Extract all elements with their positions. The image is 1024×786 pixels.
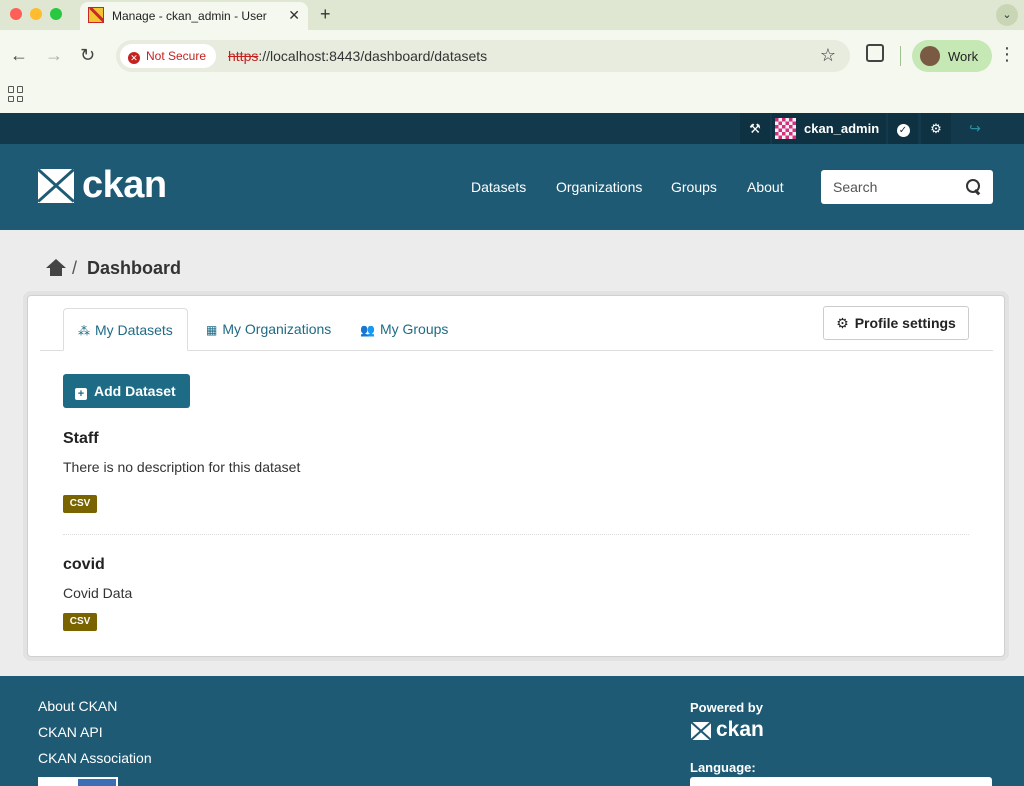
- more-menu-icon[interactable]: ⋮: [998, 44, 1016, 65]
- url-text[interactable]: https://localhost:8443/dashboard/dataset…: [228, 48, 487, 64]
- dataset-description: Covid Data: [63, 585, 133, 601]
- profile-label: Work: [948, 49, 979, 64]
- add-dataset-label: Add Dataset: [94, 383, 176, 399]
- nav-organizations[interactable]: Organizations: [556, 179, 642, 195]
- user-avatar: [775, 118, 796, 139]
- tab-close-icon[interactable]: ✕: [288, 7, 300, 24]
- breadcrumb-separator: /: [72, 258, 78, 278]
- dashboard-panel: ⁂ My Datasets ▦ My Organizations 👥 My Group…: [27, 295, 1005, 657]
- powered-by-label: Powered by: [690, 700, 763, 715]
- home-icon[interactable]: [46, 259, 66, 277]
- url-path: ://localhost:8443/dashboard/datasets: [258, 48, 488, 64]
- url-scheme: https: [228, 48, 259, 64]
- search-icon[interactable]: [965, 178, 983, 196]
- nav-datasets[interactable]: Datasets: [471, 179, 526, 195]
- site-footer: About CKAN CKAN API CKAN Association Pow…: [0, 676, 1024, 786]
- ckan-logo-icon[interactable]: [38, 169, 74, 203]
- browser-tab-bar: Manage - ckan_admin - User ✕ + ⌄: [0, 0, 1024, 30]
- bookmark-star-icon[interactable]: ☆: [820, 45, 836, 66]
- footer-link-about-ckan[interactable]: About CKAN: [38, 698, 117, 714]
- tab-my-organizations[interactable]: ▦ My Organizations: [192, 308, 345, 351]
- tab-label: My Groups: [379, 321, 449, 337]
- nav-about[interactable]: About: [747, 179, 784, 195]
- not-secure-chip[interactable]: ✕ Not Secure: [120, 44, 217, 68]
- profile-button[interactable]: Work: [912, 40, 992, 72]
- nav-groups[interactable]: Groups: [671, 179, 717, 195]
- footer-link-ckan-api[interactable]: CKAN API: [38, 724, 103, 740]
- footer-logo-text[interactable]: ckan: [716, 718, 764, 742]
- settings-gear-icon[interactable]: ⚙: [921, 113, 951, 144]
- tab-title: Manage - ckan_admin - User: [112, 9, 267, 23]
- open-data-license-badge[interactable]: [38, 777, 118, 786]
- reload-icon[interactable]: ↻: [80, 46, 95, 64]
- tab-label: My Organizations: [222, 321, 332, 337]
- browser-toolbar: ← → ↻ ✕ Not Secure https://localhost:8443…: [0, 30, 1024, 82]
- toolbar-divider: [900, 46, 901, 66]
- dataset-title-staff[interactable]: Staff: [63, 430, 99, 448]
- site-search-input[interactable]: Search: [821, 170, 993, 204]
- account-username: ckan_admin: [804, 121, 880, 136]
- forward-arrow-icon[interactable]: →: [45, 46, 63, 64]
- breadcrumb-current[interactable]: Dashboard: [87, 258, 181, 279]
- minimize-window-button[interactable]: [30, 8, 42, 20]
- tab-label: My Datasets: [95, 322, 173, 338]
- logout-icon[interactable]: ↪: [960, 113, 990, 144]
- gear-icon: ⚙: [836, 315, 849, 331]
- maximize-window-button[interactable]: [50, 8, 62, 20]
- tab-search-chevron-icon[interactable]: ⌄: [996, 4, 1018, 26]
- building-icon: ▦: [206, 323, 218, 337]
- format-badge-csv[interactable]: CSV: [63, 613, 97, 631]
- profile-avatar: [920, 46, 940, 66]
- address-bar[interactable]: ✕ Not Secure https://localhost:8443/dashb…: [116, 40, 850, 72]
- close-window-button[interactable]: [10, 8, 22, 20]
- sysadmin-hammer-icon[interactable]: ⚒: [740, 113, 770, 144]
- dataset-description: There is no description for this dataset: [63, 459, 301, 475]
- dashboard-gauge-icon[interactable]: ✓: [888, 113, 918, 144]
- browser-tab-active[interactable]: Manage - ckan_admin - User ✕: [80, 2, 308, 30]
- footer-link-ckan-association[interactable]: CKAN Association: [38, 750, 152, 766]
- tab-my-datasets[interactable]: ⁂ My Datasets: [63, 308, 188, 351]
- extensions-puzzle-icon[interactable]: [866, 44, 884, 62]
- search-placeholder: Search: [833, 179, 878, 195]
- plus-square-icon: +: [75, 388, 87, 400]
- dataset-divider: [63, 534, 969, 535]
- new-tab-button[interactable]: +: [320, 4, 331, 25]
- ckan-favicon-icon: [88, 7, 104, 23]
- tab-my-groups[interactable]: 👥 My Groups: [346, 308, 462, 351]
- dataset-title-covid[interactable]: covid: [63, 556, 105, 574]
- bookmarks-bar: [0, 82, 1024, 113]
- back-arrow-icon[interactable]: ←: [10, 46, 28, 64]
- account-masthead: ⚒ ckan_admin ✓ ⚙ ↪: [0, 113, 1024, 144]
- language-select[interactable]: [690, 777, 992, 786]
- users-icon: 👥: [360, 323, 375, 337]
- site-logo-text[interactable]: ckan: [82, 164, 167, 207]
- add-dataset-button[interactable]: + Add Dataset: [63, 374, 190, 408]
- not-secure-label: Not Secure: [146, 49, 207, 63]
- warning-icon: ✕: [128, 52, 140, 64]
- user-dashboard-link[interactable]: ckan_admin: [772, 113, 886, 144]
- format-badge-csv[interactable]: CSV: [63, 495, 97, 513]
- apps-grid-icon[interactable]: [8, 86, 24, 102]
- ckan-footer-logo-icon[interactable]: [691, 722, 711, 740]
- profile-settings-button[interactable]: ⚙ Profile settings: [823, 306, 969, 340]
- profile-settings-label: Profile settings: [854, 315, 956, 331]
- language-label: Language:: [690, 760, 756, 775]
- sitemap-icon: ⁂: [78, 324, 90, 338]
